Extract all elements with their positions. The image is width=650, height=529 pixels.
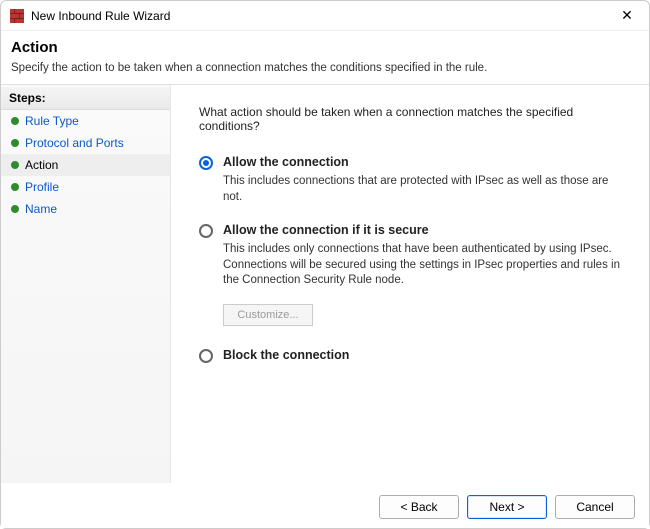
step-bullet-icon [11, 161, 19, 169]
radio-allow-secure[interactable] [199, 224, 213, 238]
radio-allow[interactable] [199, 156, 213, 170]
step-bullet-icon [11, 183, 19, 191]
close-icon[interactable]: ✕ [613, 7, 641, 24]
step-bullet-icon [11, 205, 19, 213]
sidebar-step-name[interactable]: Name [1, 198, 170, 220]
page-subtitle: Specify the action to be taken when a co… [11, 62, 639, 74]
window-title: New Inbound Rule Wizard [31, 9, 613, 23]
cancel-button[interactable]: Cancel [555, 495, 635, 519]
step-bullet-icon [11, 117, 19, 125]
back-button[interactable]: < Back [379, 495, 459, 519]
sidebar-step-profile[interactable]: Profile [1, 176, 170, 198]
sidebar-step-action[interactable]: Action [1, 154, 170, 176]
titlebar: New Inbound Rule Wizard ✕ [1, 1, 649, 31]
option-label-allow-secure[interactable]: Allow the connection if it is secure [223, 223, 429, 237]
option-desc-allow-secure: This includes only connections that have… [223, 242, 621, 289]
step-label: Protocol and Ports [25, 136, 124, 150]
option-desc-allow: This includes connections that are prote… [223, 174, 621, 205]
radio-block[interactable] [199, 349, 213, 363]
option-allow-secure: Allow the connection if it is secure [199, 223, 621, 238]
next-button[interactable]: Next > [467, 495, 547, 519]
step-label: Action [25, 158, 58, 172]
step-label: Profile [25, 180, 59, 194]
option-allow: Allow the connection [199, 155, 621, 170]
steps-sidebar: Steps: Rule Type Protocol and Ports Action… [1, 85, 171, 483]
action-prompt: What action should be taken when a conne… [199, 105, 621, 133]
wizard-main: What action should be taken when a conne… [171, 85, 649, 483]
steps-label: Steps: [1, 87, 170, 110]
step-label: Name [25, 202, 57, 216]
page-title: Action [11, 39, 639, 56]
option-label-block[interactable]: Block the connection [223, 348, 349, 362]
step-bullet-icon [11, 139, 19, 147]
option-block: Block the connection [199, 348, 621, 363]
step-label: Rule Type [25, 114, 79, 128]
customize-button: Customize... [223, 304, 313, 326]
wizard-footer: < Back Next > Cancel [1, 486, 649, 528]
wizard-header: Action Specify the action to be taken wh… [1, 31, 649, 84]
sidebar-step-protocol-and-ports[interactable]: Protocol and Ports [1, 132, 170, 154]
firewall-icon [9, 8, 25, 24]
option-label-allow[interactable]: Allow the connection [223, 155, 349, 169]
sidebar-step-rule-type[interactable]: Rule Type [1, 110, 170, 132]
